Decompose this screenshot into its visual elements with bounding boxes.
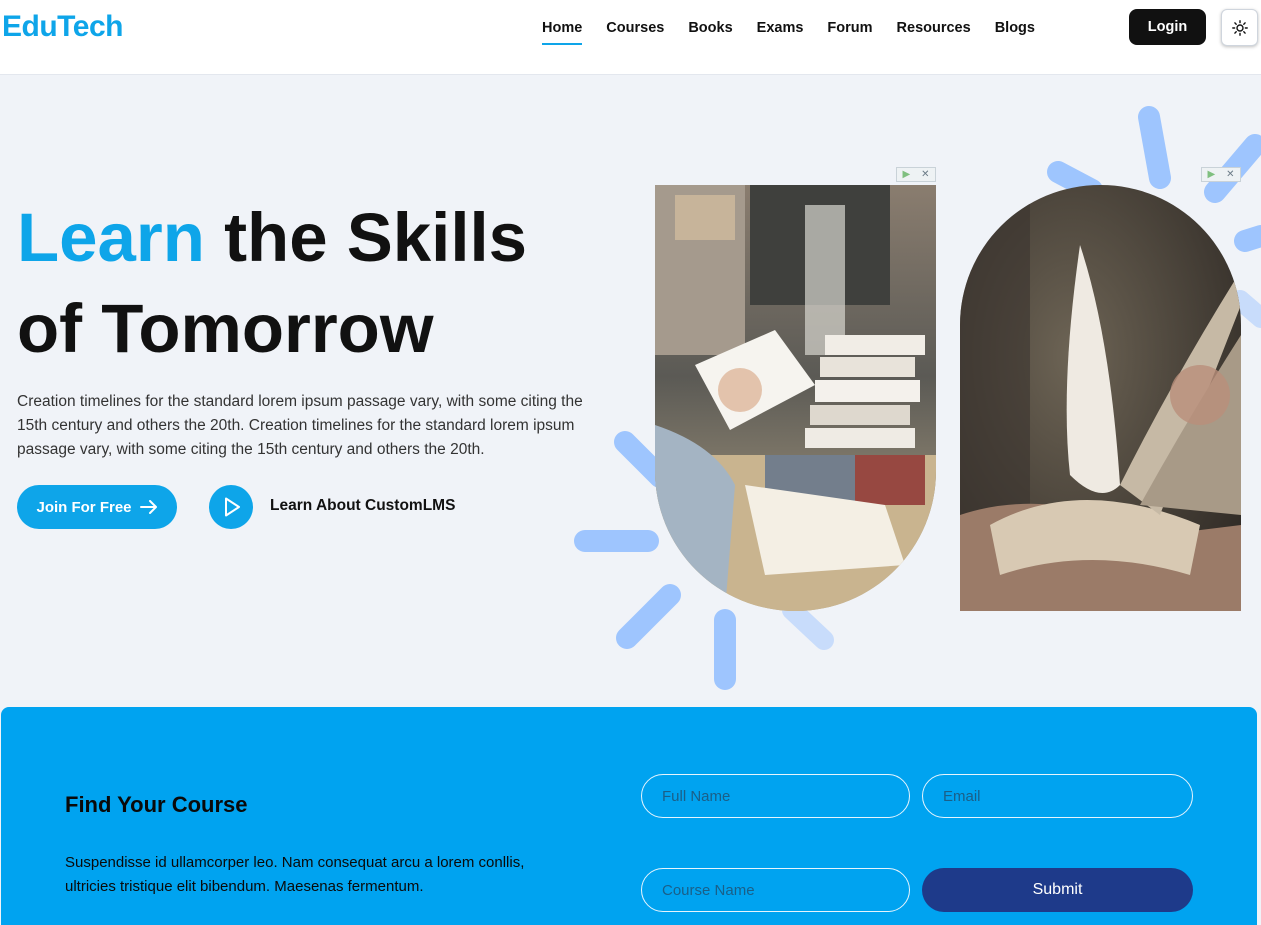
ray	[1138, 106, 1171, 189]
learn-about-link[interactable]: Learn About CustomLMS	[270, 497, 455, 515]
site-header: EduTech Home Courses Books Exams Forum R…	[0, 0, 1261, 75]
ray	[1230, 290, 1261, 328]
nav-books[interactable]: Books	[688, 19, 732, 45]
ad-play-icon: ▶	[1207, 169, 1216, 180]
logo[interactable]: EduTech	[2, 10, 123, 44]
ad-choices-marker[interactable]: ▶ ✕	[1201, 167, 1241, 182]
nav-blogs[interactable]: Blogs	[995, 19, 1035, 45]
book-photo	[960, 185, 1241, 611]
login-button[interactable]: Login	[1129, 9, 1206, 45]
nav-forum[interactable]: Forum	[827, 19, 872, 45]
find-course-section: Find Your Course Suspendisse id ullamcor…	[1, 707, 1257, 925]
ad-choices-marker[interactable]: ▶ ✕	[896, 167, 936, 182]
hero-title: Learn the Skills of Tomorrow	[17, 192, 617, 374]
nav-home[interactable]: Home	[542, 19, 583, 45]
ad-play-icon: ▶	[902, 169, 911, 180]
hero-title-accent: Learn	[17, 199, 205, 276]
submit-button[interactable]: Submit	[922, 868, 1193, 912]
ad-close-icon: ✕	[921, 169, 930, 180]
nav-resources[interactable]: Resources	[897, 19, 971, 45]
course-name-input[interactable]	[641, 868, 910, 912]
hero-image-book	[960, 185, 1241, 611]
play-video-button[interactable]	[209, 485, 253, 529]
main-nav: Home Courses Books Exams Forum Resources…	[542, 19, 1059, 45]
play-icon	[225, 497, 240, 517]
ray	[616, 584, 681, 649]
reading-photo	[655, 185, 936, 611]
find-course-title: Find Your Course	[65, 792, 248, 817]
nav-courses[interactable]: Courses	[606, 19, 664, 45]
hero-title-line2: of Tomorrow	[17, 290, 434, 367]
ad-close-icon: ✕	[1226, 169, 1235, 180]
hero-title-line1: the Skills	[204, 199, 528, 276]
sun-icon	[1231, 19, 1248, 36]
full-name-input[interactable]	[641, 774, 910, 818]
hero-description: Creation timelines for the standard lore…	[17, 393, 583, 458]
theme-toggle-button[interactable]	[1221, 9, 1258, 46]
join-label: Join For Free	[36, 498, 132, 516]
join-for-free-button[interactable]: Join For Free	[17, 485, 177, 529]
nav-exams[interactable]: Exams	[757, 19, 804, 45]
arrow-right-icon	[139, 500, 157, 514]
ray	[1234, 225, 1261, 252]
hero-image-reading	[655, 185, 936, 611]
find-course-description: Suspendisse id ullamcorper leo. Nam cons…	[65, 854, 525, 895]
email-input[interactable]	[922, 774, 1193, 818]
ray	[782, 600, 834, 650]
